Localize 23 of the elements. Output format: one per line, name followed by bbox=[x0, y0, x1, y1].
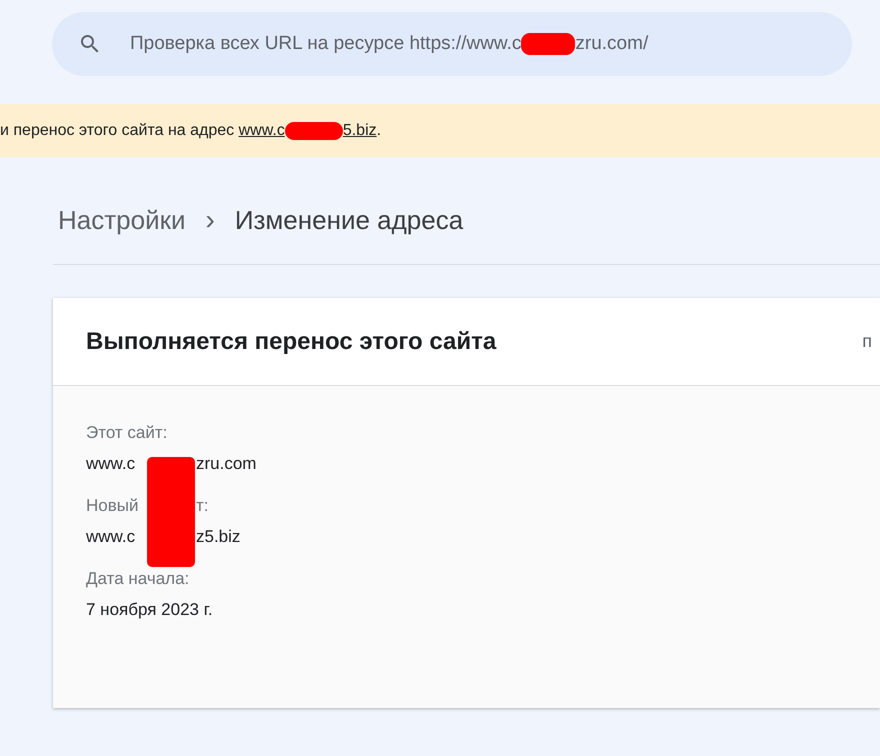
header-action[interactable]: п bbox=[862, 331, 872, 352]
field-value: zru.com bbox=[196, 454, 256, 474]
redaction-mark bbox=[284, 122, 343, 140]
address-link[interactable]: www.c bbox=[238, 122, 285, 140]
page-title: Изменение адреса bbox=[234, 204, 464, 236]
field-value: www.c bbox=[86, 527, 136, 547]
field-label: Этот сайт: bbox=[86, 423, 168, 443]
redaction-mark bbox=[521, 33, 576, 55]
field-label: Новый bbox=[86, 496, 140, 516]
field-value: z5.biz bbox=[196, 527, 240, 547]
field-label: Дата начала: bbox=[86, 569, 190, 589]
field-value: www.c bbox=[86, 454, 136, 474]
search-field[interactable]: Проверка всех URL на ресурсе https://www.c zru.com/ bbox=[52, 12, 852, 76]
breadcrumb-link[interactable]: Настройки bbox=[58, 204, 186, 236]
breadcrumb-separator: › bbox=[206, 204, 215, 236]
field-value: 7 ноября 2023 г. bbox=[86, 600, 213, 620]
address-link[interactable]: 5.biz bbox=[342, 122, 377, 140]
notice-text: . bbox=[376, 122, 382, 140]
search-placeholder: zru.com/ bbox=[575, 33, 648, 55]
card-title: Выполняется перенос этого сайта bbox=[86, 328, 496, 356]
search-placeholder: Проверка всех URL на ресурсе https://www.c bbox=[130, 33, 522, 55]
field-label: т: bbox=[196, 496, 209, 516]
notice-text: и перенос этого сайта на адрес bbox=[0, 122, 236, 140]
